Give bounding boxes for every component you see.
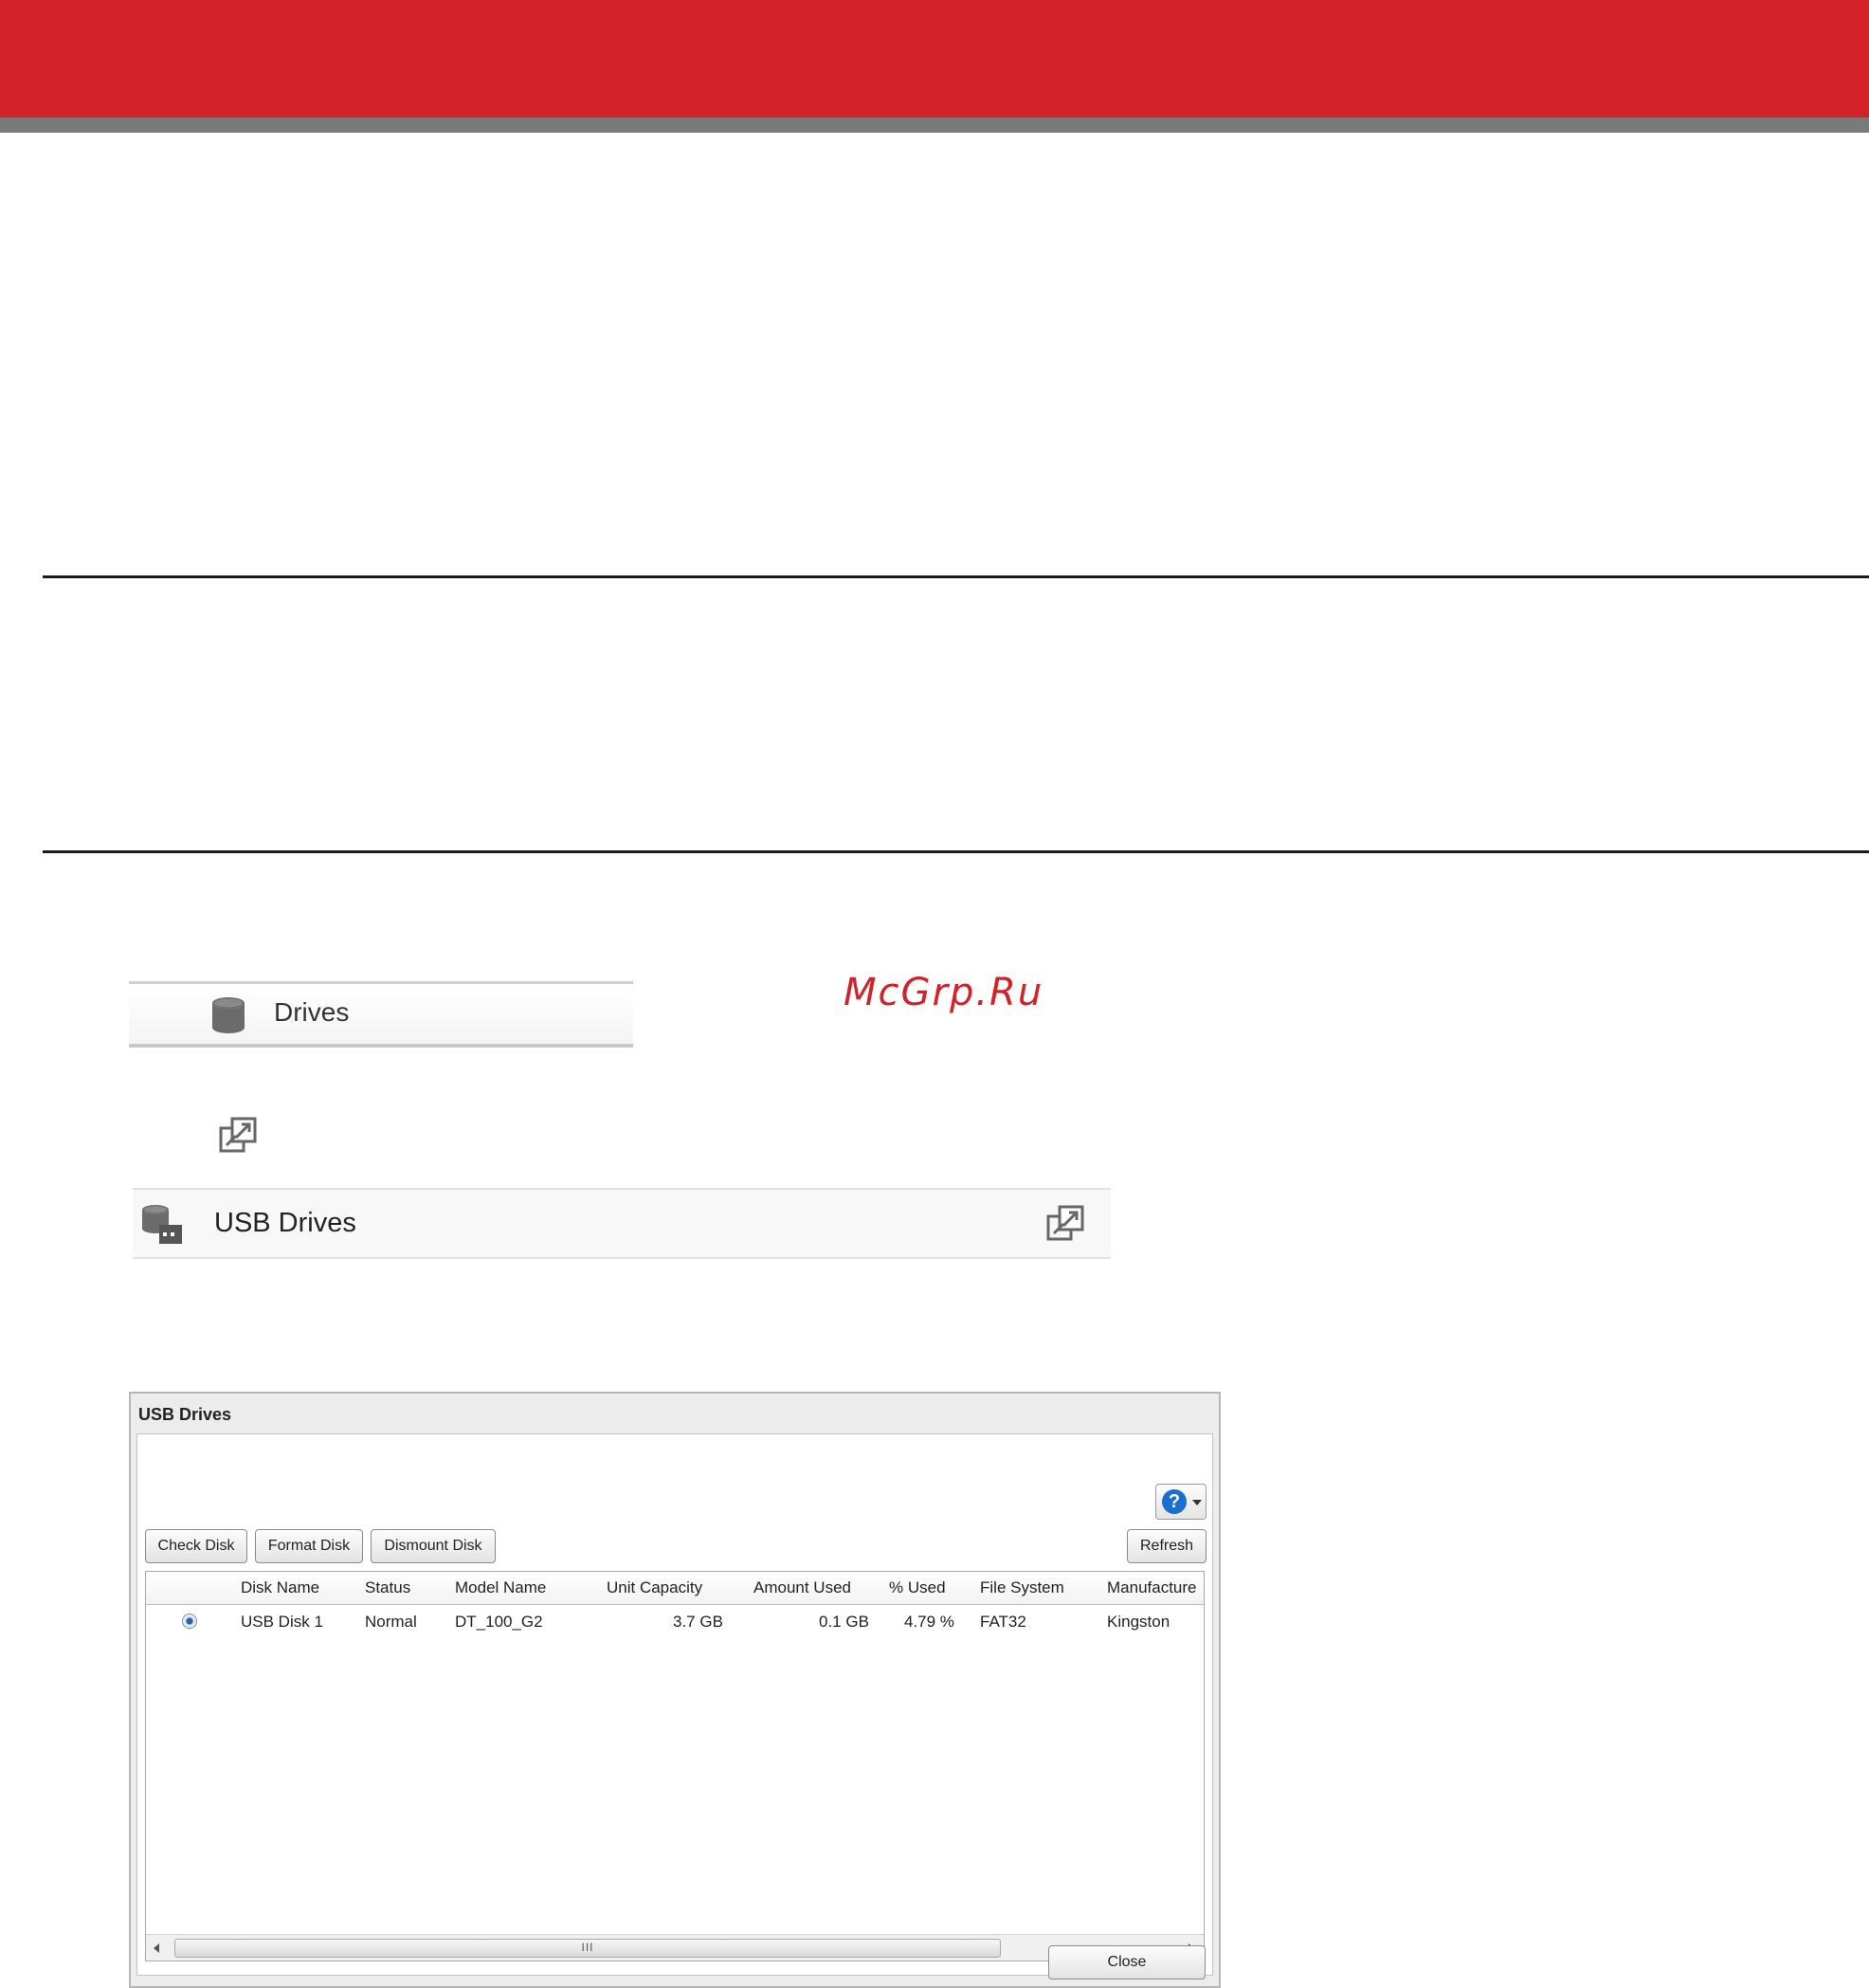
drives-label: Drives (274, 997, 350, 1027)
column-header-amount-used[interactable]: Amount Used (753, 1578, 851, 1597)
dialog-content: ? Check Disk Format Disk Dismount Disk R… (136, 1433, 1213, 1976)
percent-used-cell: 4.79 % (904, 1613, 954, 1631)
drives-menu-item[interactable]: Drives (129, 981, 633, 1048)
table-header: Disk Name Status Model Name Unit Capacit… (146, 1572, 1204, 1605)
file-system-cell: FAT32 (980, 1613, 1026, 1631)
column-header-unit-capacity[interactable]: Unit Capacity (607, 1578, 702, 1597)
watermark: McGrp.Ru (844, 971, 1044, 1014)
dismount-disk-button[interactable]: Dismount Disk (371, 1529, 496, 1563)
usb-drive-icon (142, 1205, 182, 1244)
column-header-model-name[interactable]: Model Name (455, 1578, 546, 1597)
close-button[interactable]: Close (1048, 1945, 1206, 1979)
header-banner-stripe (0, 118, 1869, 133)
database-icon (212, 997, 245, 1033)
column-header-file-system[interactable]: File System (980, 1578, 1064, 1597)
dialog-title: USB Drives (138, 1405, 232, 1424)
check-disk-button[interactable]: Check Disk (145, 1529, 247, 1563)
usb-drives-dialog: USB Drives ? Check Disk Format Disk Dism… (129, 1392, 1221, 1988)
column-header-status[interactable]: Status (365, 1578, 410, 1597)
usb-drives-panel-header[interactable]: USB Drives (133, 1188, 1111, 1259)
chevron-down-icon (1192, 1500, 1202, 1505)
help-button[interactable]: ? (1155, 1484, 1207, 1520)
expand-icon[interactable] (1046, 1205, 1084, 1243)
model-name-cell: DT_100_G2 (455, 1613, 543, 1631)
manufacturer-cell: Kingston (1107, 1613, 1170, 1631)
column-header-percent-used[interactable]: % Used (889, 1578, 946, 1597)
row-select-radio[interactable] (182, 1614, 197, 1629)
scroll-thumb[interactable]: III (174, 1939, 1001, 1958)
horizontal-scrollbar[interactable]: III (146, 1934, 1204, 1961)
column-header-manufacturer[interactable]: Manufacture (1107, 1578, 1197, 1597)
scroll-left-icon[interactable] (154, 1943, 159, 1953)
disk-name-cell: USB Disk 1 (241, 1613, 323, 1631)
help-icon: ? (1162, 1489, 1187, 1514)
status-cell: Normal (365, 1613, 417, 1631)
format-disk-button[interactable]: Format Disk (255, 1529, 363, 1563)
usb-drives-table: Disk Name Status Model Name Unit Capacit… (145, 1571, 1205, 1961)
unit-capacity-cell: 3.7 GB (673, 1613, 723, 1631)
amount-used-cell: 0.1 GB (819, 1613, 869, 1631)
section-divider (43, 575, 1869, 578)
section-divider (43, 850, 1869, 853)
usb-drives-label: USB Drives (214, 1208, 356, 1238)
header-banner (0, 0, 1869, 118)
expand-icon (219, 1117, 257, 1153)
refresh-button[interactable]: Refresh (1127, 1529, 1207, 1563)
column-header-disk-name[interactable]: Disk Name (241, 1578, 319, 1597)
